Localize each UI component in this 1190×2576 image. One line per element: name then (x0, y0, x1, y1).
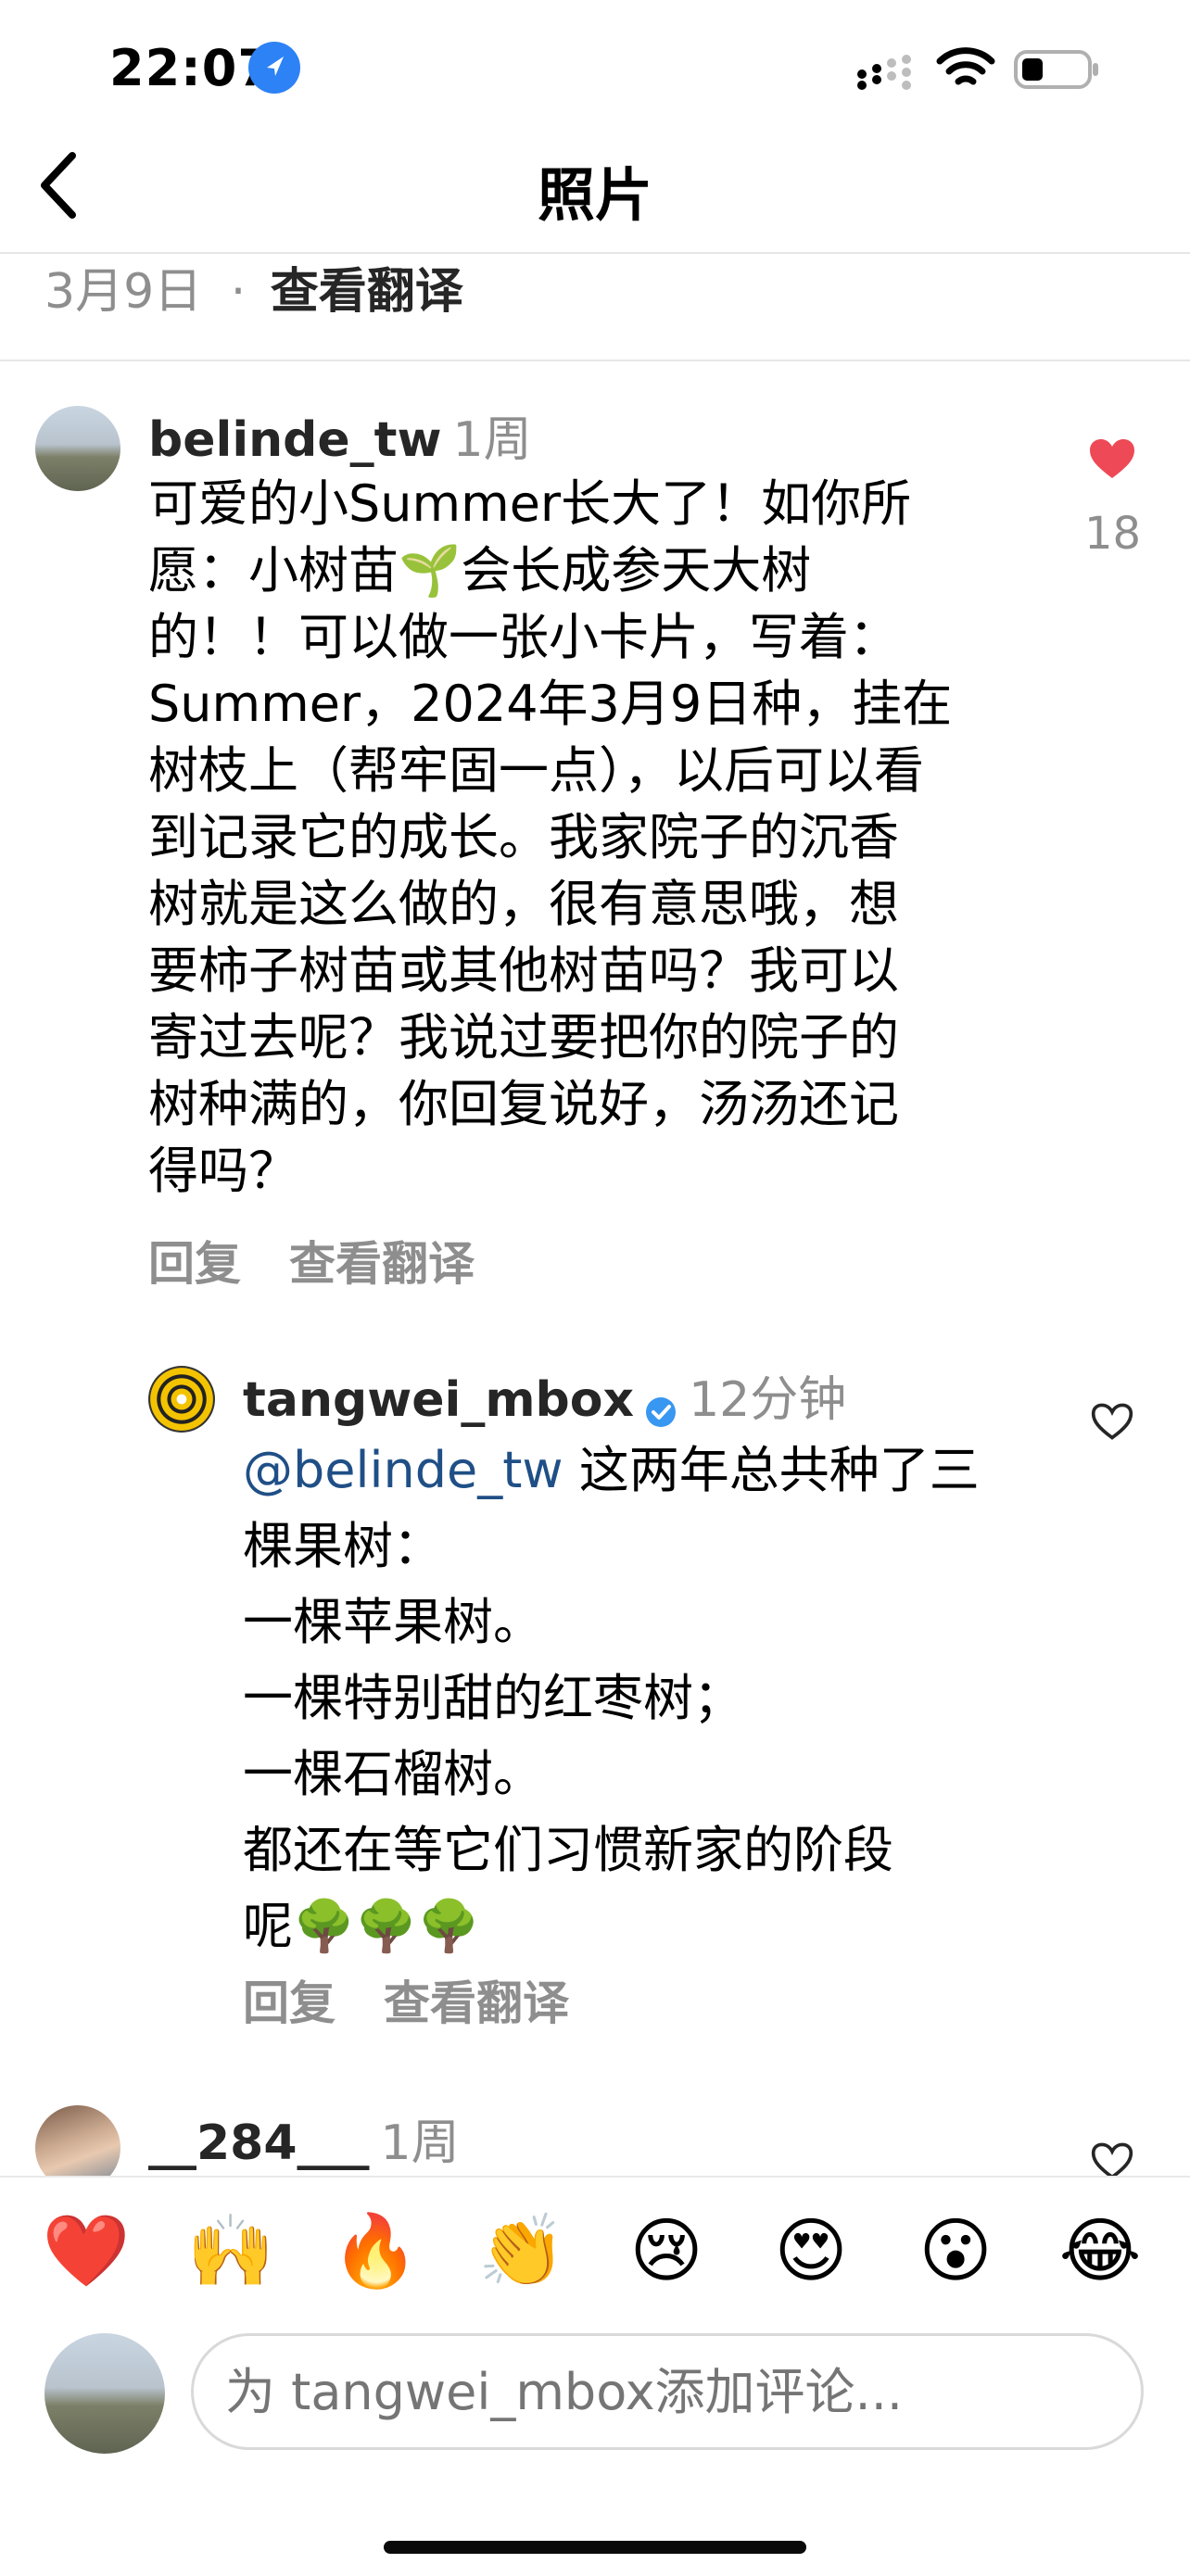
reply-button[interactable]: 回复 (148, 1237, 241, 1291)
comment-input[interactable] (191, 2333, 1144, 2450)
comment-header: __284___ 1周 (148, 2103, 460, 2173)
comment-line: 树就是这么做的，很有意思哦，想 (148, 875, 899, 933)
cellular-signal-icon (857, 55, 911, 90)
emoji-heart-eyes[interactable]: 😍 (760, 2209, 862, 2292)
post-date: 3月9日 (44, 264, 203, 320)
see-translation-button[interactable]: 查看翻译 (289, 1237, 475, 1291)
heart-filled-icon[interactable] (1088, 437, 1136, 480)
see-translation-button[interactable]: 查看翻译 (384, 1976, 569, 2030)
avatar[interactable] (35, 406, 120, 491)
current-user-avatar[interactable] (44, 2333, 165, 2454)
comment-line: @belinde_tw 这两年总共种了三 (243, 1433, 1040, 1509)
comment-line: 到记录它的成长。我家院子的沉香 (148, 808, 899, 866)
comment-line: 一棵特别甜的红枣树； (243, 1669, 743, 1727)
comment-text: @belinde_tw 这两年总共种了三 棵果树： 一棵苹果树。 一棵特别甜的红… (243, 1433, 1040, 1964)
home-indicator[interactable] (384, 2541, 806, 2554)
see-translation-link[interactable]: 查看翻译 (271, 264, 463, 320)
comment-line: 要柿子树苗或其他树苗吗？我可以 (148, 941, 899, 1000)
comment-actions: 回复 查看翻译 (243, 1966, 617, 2033)
comment-header: tangwei_mbox 12分钟 (243, 1360, 846, 1430)
comment-line: 寄过去呢？我说过要把你的院子的 (148, 1008, 899, 1067)
post-meta: 3月9日 · 查看翻译 (44, 252, 463, 322)
avatar[interactable] (148, 1366, 215, 1433)
comment-text: 可爱的小Summer长大了！如你所 愿：小树苗🌱会长成参天大树 的！！可以做一张… (148, 471, 1057, 1205)
comment-age: 1周 (452, 412, 532, 468)
emoji-surprised-face[interactable]: 😮 (905, 2209, 1006, 2292)
page-title: 照片 (537, 161, 652, 229)
comment-line: 都还在等它们习惯新家的阶段 (243, 1821, 893, 1879)
comment-line: 一棵石榴树。 (243, 1745, 543, 1803)
comment-line-text: 这两年总共种了三 (563, 1441, 980, 1499)
heart-outline-icon[interactable] (1090, 1401, 1134, 1442)
comment-line: 树枝上（帮牢固一点），以后可以看 (148, 741, 924, 800)
comment-line: Summer，2024年3月9日种，挂在 (148, 675, 953, 733)
comment-age: 12分钟 (689, 1372, 847, 1428)
location-arrow-icon (248, 42, 300, 94)
emoji-crying-face[interactable]: 😢 (615, 2209, 717, 2292)
reply-button[interactable]: 回复 (243, 1976, 335, 2030)
caption-divider (0, 360, 1190, 361)
emoji-clapping-hands[interactable]: 👏 (471, 2209, 573, 2292)
comment-line: 的！！可以做一张小卡片，写着： (148, 608, 899, 666)
meta-separator: · (230, 264, 247, 320)
comment-line: 树种满的，你回复说好，汤汤还记 (148, 1075, 899, 1133)
comment-username[interactable]: belinde_tw (148, 412, 442, 468)
comment-age: 1周 (380, 2115, 460, 2171)
like-count: 18 (1084, 508, 1142, 560)
battery-icon (1014, 50, 1098, 89)
comment-header: belinde_tw 1周 (148, 400, 532, 470)
emoji-fire[interactable]: 🔥 (324, 2209, 426, 2292)
comment-line: 呢🌳🌳🌳 (243, 1897, 480, 1955)
comment-username[interactable]: __284___ (148, 2115, 370, 2171)
verified-badge-icon (646, 1396, 677, 1427)
mention-link[interactable]: @belinde_tw (243, 1441, 563, 1499)
header-divider (0, 252, 1190, 254)
comment-line: 一棵苹果树。 (243, 1593, 543, 1651)
emoji-raised-hands[interactable]: 🙌 (180, 2209, 282, 2292)
comment-line: 可爱的小Summer长大了！如你所 (148, 474, 912, 533)
emoji-tears-of-joy[interactable]: 😂 (1049, 2209, 1151, 2292)
comment-actions: 回复 查看翻译 (148, 1227, 523, 1294)
comment-line: 得吗？ (148, 1142, 298, 1200)
wifi-icon (936, 47, 995, 85)
emoji-red-heart[interactable]: ❤️ (35, 2209, 137, 2292)
comment-line: 棵果树： (243, 1517, 443, 1575)
comment-username[interactable]: tangwei_mbox (243, 1372, 634, 1428)
comment-line: 愿：小树苗🌱会长成参天大树 (148, 541, 812, 600)
